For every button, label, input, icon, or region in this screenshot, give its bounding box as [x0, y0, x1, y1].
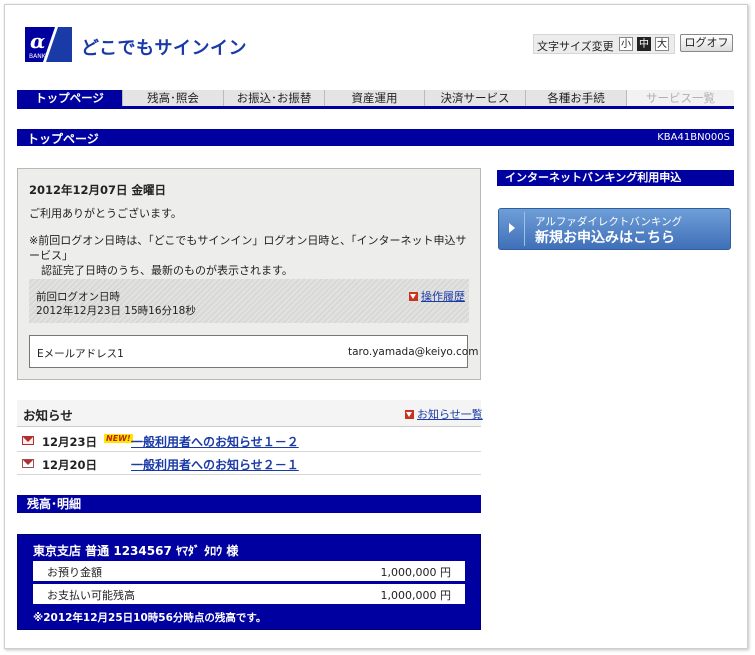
play-arrow-icon — [509, 223, 515, 233]
balance-value: 1,000,000 円 — [380, 589, 451, 602]
banner-title: 新規お申込みはこちら — [535, 230, 675, 246]
nav-tab-balance[interactable]: 残高･照会 — [123, 90, 224, 106]
operation-history-link[interactable]: 操作履歴 — [409, 288, 465, 304]
main-nav: トップページ 残高･照会 お振込･お振替 資産運用 決済サービス 各種お手続 サ… — [17, 90, 734, 109]
app-title: どこでもサインイン — [81, 38, 247, 59]
nav-tab-procedures[interactable]: 各種お手続 — [526, 90, 627, 106]
logon-note-line2: 認証完了日時のうち、最新のものが表示されます。 — [41, 264, 293, 277]
email-value: taro.yamada@keiyo.com — [348, 346, 479, 358]
logoff-button[interactable]: ログオフ — [680, 34, 733, 52]
page-title: トップページ — [27, 132, 99, 146]
account-name: 東京支店 普通 1234567 ﾔﾏﾀﾞ ﾀﾛｳ 様 — [33, 544, 239, 558]
nav-tab-top[interactable]: トップページ — [17, 90, 123, 106]
bank-logo: α BANK — [25, 27, 72, 62]
new-badge: NEW! — [104, 434, 133, 443]
logon-note-line1: ※前回ログオン日時は、「どこでもサインイン」ログオン日時と、「インターネット申込… — [29, 234, 467, 262]
font-size-large-button[interactable]: 大 — [655, 37, 669, 51]
current-date: 2012年12月07日 金曜日 — [29, 183, 167, 197]
font-size-medium-button[interactable]: 中 — [637, 37, 651, 51]
arrow-down-icon — [405, 410, 414, 419]
page-title-bar: トップページ KBA41BN000S — [17, 129, 734, 146]
balance-note: ※2012年12月25日10時56分時点の残高です。 — [33, 612, 267, 624]
balance-heading: 残高･明細 — [17, 495, 481, 513]
arrow-down-icon — [409, 292, 418, 301]
balance-value: 1,000,000 円 — [380, 566, 451, 579]
operation-history-label: 操作履歴 — [421, 290, 465, 303]
last-login-value: 2012年12月23日 15時16分18秒 — [36, 305, 196, 317]
notices-list-link[interactable]: お知らせ一覧 — [405, 406, 483, 422]
svg-text:α: α — [30, 29, 45, 53]
font-size-small-button[interactable]: 小 — [619, 37, 633, 51]
balance-row: お支払い可能残高 1,000,000 円 — [33, 584, 465, 604]
notices-list-label: お知らせ一覧 — [417, 408, 483, 421]
svg-text:BANK: BANK — [29, 53, 47, 60]
internet-banking-heading: インターネットバンキング利用申込 — [497, 170, 734, 186]
alpha-logo-icon: α BANK — [25, 27, 72, 62]
read-mail-icon — [22, 459, 34, 468]
nav-tab-assets[interactable]: 資産運用 — [325, 90, 425, 106]
nav-tab-service-list: サービス一覧 — [627, 90, 734, 106]
thanks-message: ご利用ありがとうございます。 — [29, 207, 182, 220]
font-size-label: 文字サイズ変更 — [537, 40, 614, 53]
nav-tab-transfer[interactable]: お振込･お振替 — [224, 90, 325, 106]
balance-label: お支払い可能残高 — [47, 589, 135, 602]
email-label: Eメールアドレス1 — [37, 348, 124, 360]
balance-label: お預り金額 — [47, 566, 102, 579]
notice-link[interactable]: 一般利用者へのお知らせ２－１ — [131, 456, 299, 473]
balance-row: お預り金額 1,000,000 円 — [33, 561, 465, 581]
last-login-label: 前回ログオン日時 — [36, 291, 120, 303]
banner-divider — [524, 212, 525, 246]
notice-link[interactable]: 一般利用者へのお知らせ１－２ — [131, 433, 299, 450]
notice-date: 12月23日 — [42, 435, 98, 449]
page-code: KBA41BN000S — [657, 132, 730, 143]
logon-note: ※前回ログオン日時は、「どこでもサインイン」ログオン日時と、「インターネット申込… — [29, 233, 474, 278]
unread-mail-icon — [22, 436, 34, 445]
notices-title: お知らせ — [23, 408, 73, 423]
notice-date: 12月20日 — [42, 458, 98, 472]
nav-tab-payments[interactable]: 決済サービス — [425, 90, 526, 106]
